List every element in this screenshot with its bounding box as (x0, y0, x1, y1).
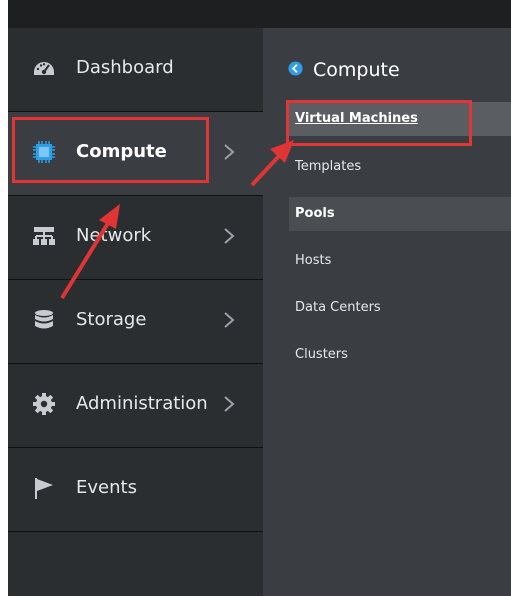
chevron-right-icon (222, 395, 236, 413)
sidebar-item-label: Compute (76, 141, 167, 162)
sidebar-item-label: Events (76, 477, 137, 498)
sidebar: Dashboard Compute Network Storage Admini… (8, 28, 263, 596)
network-icon (32, 224, 56, 248)
sidebar-item-label: Storage (76, 309, 147, 330)
dashboard-icon (32, 56, 56, 80)
database-icon (32, 308, 56, 332)
app-screen: Dashboard Compute Network Storage Admini… (8, 0, 511, 596)
sidebar-item-dashboard[interactable]: Dashboard (8, 28, 263, 112)
back-arrow-icon[interactable] (288, 59, 303, 81)
chip-icon (32, 140, 56, 164)
flag-icon (32, 476, 56, 500)
submenu-item-pools[interactable]: Pools (289, 197, 511, 231)
sidebar-item-label: Network (76, 225, 152, 246)
submenu-item-clusters[interactable]: Clusters (289, 338, 511, 372)
chevron-right-icon (222, 143, 236, 161)
top-bar (8, 0, 511, 28)
submenu-item-data-centers[interactable]: Data Centers (289, 291, 511, 325)
sidebar-item-label: Administration (76, 393, 208, 414)
submenu-header: Compute (288, 58, 400, 82)
sidebar-item-storage[interactable]: Storage (8, 280, 263, 364)
compute-submenu: Compute Virtual Machines Templates Pools… (263, 28, 511, 596)
submenu-item-hosts[interactable]: Hosts (289, 244, 511, 278)
sidebar-item-network[interactable]: Network (8, 196, 263, 280)
submenu-title: Compute (313, 59, 400, 81)
sidebar-item-compute[interactable]: Compute (8, 112, 263, 196)
sidebar-item-events[interactable]: Events (8, 448, 263, 532)
chevron-right-icon (222, 311, 236, 329)
chevron-right-icon (222, 227, 236, 245)
submenu-item-virtual-machines[interactable]: Virtual Machines (289, 102, 511, 136)
submenu-item-templates[interactable]: Templates (289, 150, 511, 184)
sidebar-item-administration[interactable]: Administration (8, 364, 263, 448)
sidebar-item-label: Dashboard (76, 57, 174, 78)
gear-icon (32, 392, 56, 416)
